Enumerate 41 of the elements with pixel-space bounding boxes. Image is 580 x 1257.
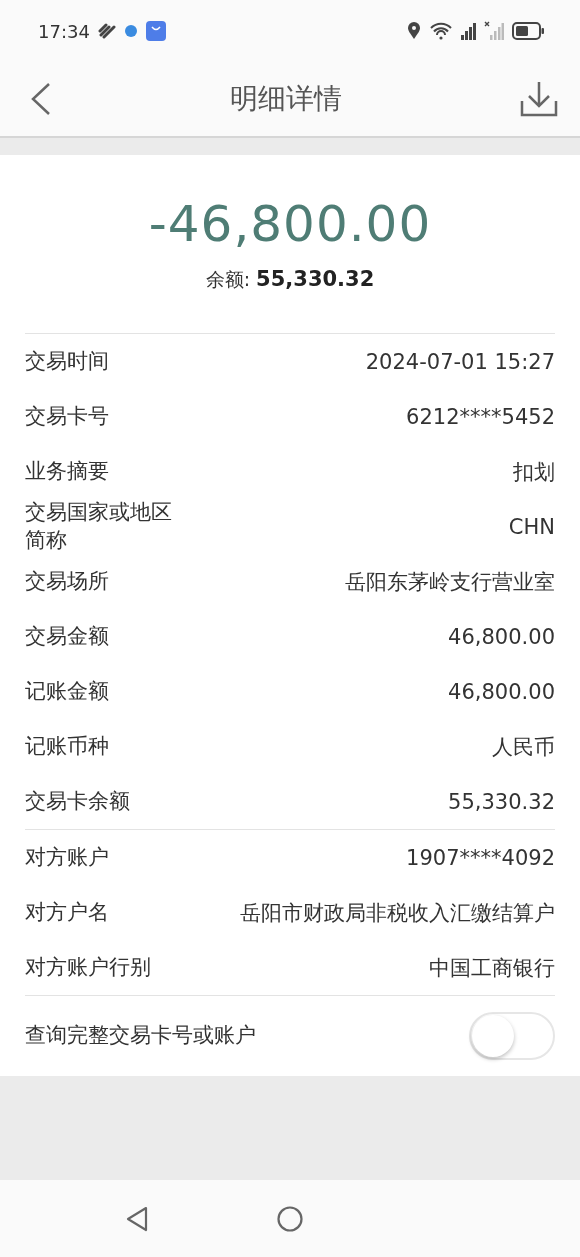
- toggle-switch[interactable]: [469, 1012, 555, 1060]
- detail-value: 岳阳东茅岭支行营业室: [345, 568, 555, 596]
- detail-label: 对方账户: [25, 843, 109, 871]
- signal-icon: [461, 22, 476, 40]
- detail-label: 记账金额: [25, 677, 109, 705]
- detail-label: 对方账户行别: [25, 953, 151, 981]
- detail-value: 55,330.32: [448, 789, 555, 814]
- detail-label: 交易卡余额: [25, 787, 130, 815]
- shopping-bag-icon: [145, 21, 166, 41]
- transaction-amount: -46,800.00: [147, 195, 433, 253]
- detail-value: 中国工商银行: [429, 954, 555, 982]
- detail-label: 交易时间: [25, 347, 109, 375]
- detail-label: 业务摘要: [25, 457, 109, 485]
- detail-value: 46,800.00: [448, 679, 555, 704]
- detail-label: 交易卡号: [25, 402, 109, 430]
- toggle-label: 查询完整交易卡号或账户: [25, 1022, 256, 1050]
- page-title: 明细详情: [230, 81, 342, 117]
- wifi-icon: [429, 22, 453, 40]
- balance-value: 55,330.32: [256, 267, 375, 291]
- detail-value: 人民币: [492, 733, 555, 761]
- detail-label: 对方户名: [25, 898, 109, 926]
- battery-icon: [512, 22, 544, 40]
- detail-value: 6212****5452: [406, 404, 555, 429]
- detail-value: 46,800.00: [448, 624, 555, 649]
- home-nav-icon[interactable]: [277, 1205, 303, 1232]
- detail-value: 扣划: [513, 458, 555, 486]
- detail-value: 2024-07-01 15:27: [365, 349, 555, 374]
- detail-label: 交易金额: [25, 622, 109, 650]
- detail-value: 1907****4092: [406, 845, 555, 870]
- download-icon[interactable]: [520, 81, 558, 117]
- detail-label: 交易国家或地区简称: [25, 499, 173, 554]
- detail-label: 记账币种: [25, 732, 109, 760]
- signal-icon: [484, 21, 504, 41]
- detail-label: 交易场所: [25, 567, 109, 595]
- location-icon: [407, 22, 421, 40]
- back-nav-icon[interactable]: [124, 1205, 149, 1232]
- status-time: 17:34: [38, 20, 90, 42]
- detail-value: 岳阳市财政局非税收入汇缴结算户: [240, 899, 555, 927]
- balance-label: 余额:: [205, 267, 251, 292]
- detail-value: CHN: [508, 514, 555, 539]
- back-icon[interactable]: [30, 82, 52, 116]
